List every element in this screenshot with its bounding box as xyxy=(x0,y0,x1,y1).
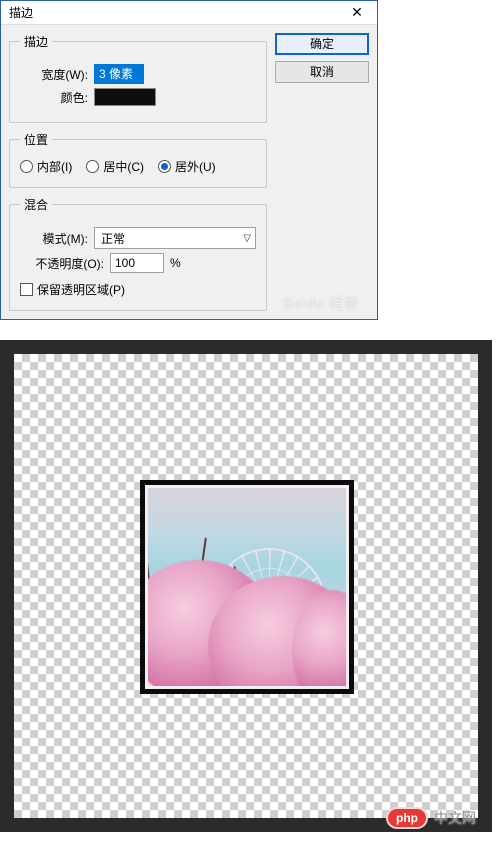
radio-option-outside[interactable]: 居外(U) xyxy=(158,158,216,175)
dialog-buttons: 确定 取消 xyxy=(275,33,369,311)
ok-button[interactable]: 确定 xyxy=(275,33,369,55)
radio-label: 内部(I) xyxy=(37,158,72,175)
settings-column: 描边 宽度(W): 3 像素 颜色: 位置 内部(I) xyxy=(9,33,267,311)
source-text: 中文网 xyxy=(434,808,476,828)
color-swatch[interactable] xyxy=(94,88,156,106)
blend-fieldset: 混合 模式(M): 正常 ▽ 不透明度(O): 100 % 保留透明区域(P) xyxy=(9,196,267,311)
position-fieldset: 位置 内部(I) 居中(C) 居外(U) xyxy=(9,131,267,188)
canvas-frame: php 中文网 xyxy=(0,340,492,832)
opacity-label: 不透明度(O): xyxy=(20,255,104,272)
preserve-transparency[interactable]: 保留透明区域(P) xyxy=(20,281,256,298)
close-icon[interactable]: ✕ xyxy=(337,1,377,25)
radio-icon xyxy=(86,160,99,173)
radio-option-inside[interactable]: 内部(I) xyxy=(20,158,72,175)
dialog-body: 描边 宽度(W): 3 像素 颜色: 位置 内部(I) xyxy=(1,25,377,319)
preserve-label: 保留透明区域(P) xyxy=(37,281,125,298)
opacity-input[interactable]: 100 xyxy=(110,253,164,273)
color-row: 颜色: xyxy=(20,88,256,106)
radio-label: 居外(U) xyxy=(175,158,216,175)
color-label: 颜色: xyxy=(20,89,88,106)
stroke-legend: 描边 xyxy=(20,33,52,50)
checkbox-icon xyxy=(20,283,33,296)
radio-icon xyxy=(20,160,33,173)
mode-row: 模式(M): 正常 ▽ xyxy=(20,227,256,249)
opacity-unit: % xyxy=(170,256,181,270)
mode-value: 正常 xyxy=(101,230,125,247)
cancel-button[interactable]: 取消 xyxy=(275,61,369,83)
source-badge: php 中文网 xyxy=(382,802,484,834)
image-content xyxy=(145,485,349,689)
mode-label: 模式(M): xyxy=(20,230,88,247)
mode-select[interactable]: 正常 ▽ xyxy=(94,227,256,249)
width-row: 宽度(W): 3 像素 xyxy=(20,64,256,84)
transparency-grid xyxy=(14,354,478,818)
chevron-down-icon: ▽ xyxy=(243,233,251,244)
radio-option-center[interactable]: 居中(C) xyxy=(86,158,144,175)
dialog-title: 描边 xyxy=(9,4,337,21)
stroked-image[interactable] xyxy=(140,480,354,694)
width-label: 宽度(W): xyxy=(20,66,88,83)
opacity-row: 不透明度(O): 100 % xyxy=(20,253,256,273)
php-logo-icon: php xyxy=(386,807,428,829)
titlebar: 描边 ✕ xyxy=(1,1,377,25)
blend-legend: 混合 xyxy=(20,196,52,213)
position-legend: 位置 xyxy=(20,131,52,148)
width-input[interactable]: 3 像素 xyxy=(94,64,144,84)
position-options: 内部(I) 居中(C) 居外(U) xyxy=(20,158,256,175)
stroke-fieldset: 描边 宽度(W): 3 像素 颜色: xyxy=(9,33,267,123)
stroke-dialog: 描边 ✕ 描边 宽度(W): 3 像素 颜色: 位置 xyxy=(0,0,378,320)
radio-icon xyxy=(158,160,171,173)
radio-label: 居中(C) xyxy=(103,158,144,175)
